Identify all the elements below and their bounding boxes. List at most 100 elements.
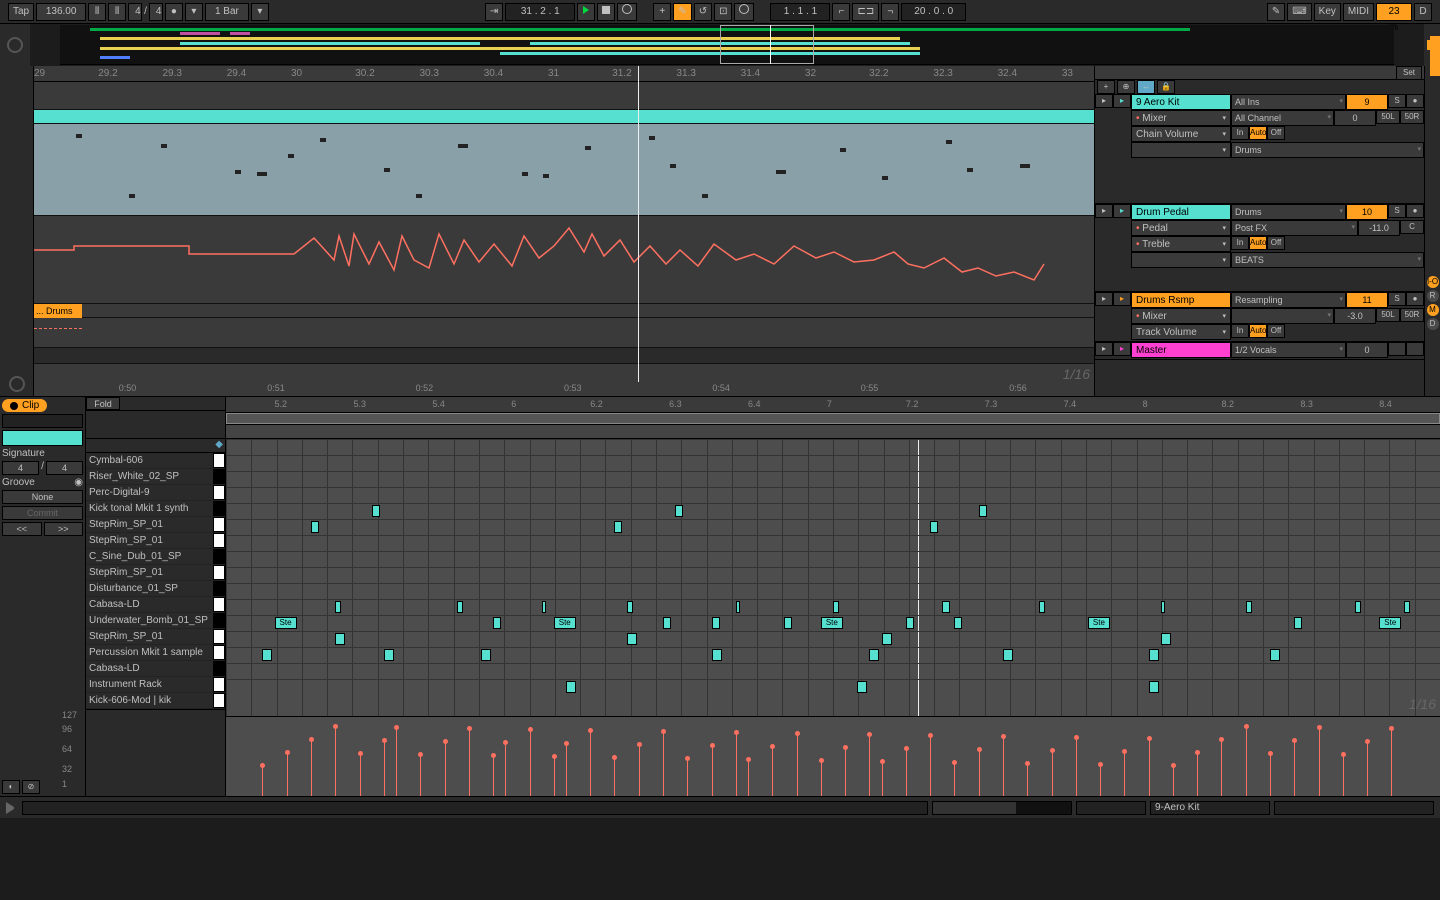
edge-d[interactable]: D — [1427, 318, 1439, 330]
monitor-off[interactable]: Off — [1267, 236, 1285, 250]
lane-row[interactable]: Instrument Rack — [86, 677, 225, 693]
velocity-stem[interactable] — [1173, 766, 1174, 796]
session-record-button[interactable] — [734, 3, 754, 21]
monitor-off[interactable]: Off — [1267, 126, 1285, 140]
velocity-stem[interactable] — [736, 733, 737, 796]
punch-in-button[interactable]: ⌐ — [832, 3, 850, 21]
midi-note-editor[interactable]: 5.25.35.466.26.36.477.27.37.488.28.38.4 … — [226, 397, 1440, 796]
set-button[interactable]: Set — [1396, 66, 1422, 80]
fold-button[interactable]: Fold — [86, 397, 120, 410]
velocity-stem[interactable] — [469, 729, 470, 796]
midi-note[interactable] — [1246, 601, 1252, 613]
midi-note[interactable] — [372, 505, 380, 517]
midi-note[interactable] — [1294, 617, 1302, 629]
velocity-stem[interactable] — [1052, 751, 1053, 796]
groove-hotswap-icon[interactable]: ◉ — [74, 477, 83, 488]
velocity-stem[interactable] — [979, 750, 980, 796]
midi-note[interactable] — [906, 617, 914, 629]
velocity-stem[interactable] — [906, 749, 907, 796]
note-grid[interactable]: 1/16 SteSteSteSteSte — [226, 439, 1440, 716]
clip-sig-num[interactable]: 4 — [2, 461, 39, 475]
midi-note[interactable]: Ste — [554, 617, 576, 629]
velocity-stem[interactable] — [311, 740, 312, 796]
lane-row[interactable]: StepRim_SP_01 — [86, 629, 225, 645]
velocity-stem[interactable] — [396, 728, 397, 796]
tap-tempo-button[interactable]: Tap — [8, 3, 34, 21]
lane-row[interactable]: Underwater_Bomb_01_SP — [86, 613, 225, 629]
quantize-menu[interactable]: ▾ — [251, 3, 269, 21]
velocity-stem[interactable] — [1027, 764, 1028, 796]
midi-note[interactable] — [384, 649, 394, 661]
midi-note[interactable]: Ste — [821, 617, 843, 629]
velocity-stem[interactable] — [712, 746, 713, 796]
track-name[interactable]: 9 Aero Kit — [1131, 94, 1231, 110]
midi-note[interactable] — [1149, 681, 1159, 693]
lane-row[interactable]: Cabasa-LD — [86, 597, 225, 613]
pan-l[interactable]: 50L — [1376, 308, 1400, 322]
velocity-stem[interactable] — [930, 736, 931, 796]
velocity-stem[interactable] — [1294, 741, 1295, 796]
track-routing[interactable]: All Ins — [1231, 94, 1346, 110]
track-launch-icon[interactable]: ▸ — [1113, 94, 1131, 108]
clip-scrub[interactable] — [226, 425, 1440, 439]
midi-note[interactable] — [262, 649, 272, 661]
lane-row[interactable]: Perc-Digital-9 — [86, 485, 225, 501]
midi-note[interactable] — [614, 521, 622, 533]
velocity-stem[interactable] — [1149, 739, 1150, 796]
monitor-in[interactable]: In — [1231, 324, 1249, 338]
arm-button[interactable]: ● — [1406, 94, 1424, 108]
play-button[interactable] — [577, 3, 595, 21]
arm-button[interactable]: ● — [1406, 204, 1424, 218]
velocity-stem[interactable] — [1270, 754, 1271, 796]
device-param-name[interactable]: • Treble▾ — [1131, 236, 1231, 252]
loop-start-field[interactable]: 1 . 1 . 1 — [770, 3, 830, 21]
track-routing[interactable]: Drums — [1231, 204, 1346, 220]
velocity-stem[interactable] — [614, 758, 615, 796]
track-header[interactable]: ▸▸9 Aero KitAll Ins9S●• Mixer▾All Channe… — [1095, 94, 1424, 204]
velocity-stem[interactable] — [493, 756, 494, 796]
track-header[interactable]: ▸▸Drum PedalDrums10S●• Pedal▾Post FX-11.… — [1095, 204, 1424, 292]
velocity-stem[interactable] — [821, 761, 822, 796]
velocity-stem[interactable] — [590, 731, 591, 796]
dup-track-button[interactable]: ⊕ — [1117, 80, 1135, 94]
edge-r[interactable]: R — [1427, 290, 1439, 302]
follow-button[interactable]: ⇥ — [485, 3, 503, 21]
scale-marker-icon[interactable]: ◆ — [215, 439, 223, 450]
lane-row[interactable]: Kick-606-Mod | kik — [86, 693, 225, 709]
track-fold-icon[interactable]: ▸ — [1095, 204, 1113, 218]
midi-note[interactable] — [1003, 649, 1013, 661]
track-launch-icon[interactable]: ▸ — [1113, 292, 1131, 306]
velocity-stem[interactable] — [1124, 752, 1125, 796]
loop-length-field[interactable]: 20 . 0 . 0 — [901, 3, 966, 21]
param-value[interactable]: 0 — [1334, 110, 1376, 126]
overdub-button[interactable]: + — [653, 3, 671, 21]
velocity-stem[interactable] — [1076, 738, 1077, 796]
lane-row[interactable]: StepRim_SP_01 — [86, 533, 225, 549]
param-value[interactable]: -11.0 — [1358, 220, 1400, 236]
piano-key[interactable] — [213, 597, 225, 612]
midi-note[interactable] — [627, 601, 633, 613]
edge-io[interactable]: I-O — [1427, 276, 1439, 288]
pan-l[interactable]: C — [1400, 220, 1424, 234]
velocity-stem[interactable] — [1246, 727, 1247, 796]
timesig-den[interactable]: 4 — [149, 3, 163, 21]
lane-row[interactable]: Cabasa-LD — [86, 661, 225, 677]
track-fold-icon[interactable]: ▸ — [1095, 342, 1113, 356]
keyboard-button[interactable]: ⌨ — [1287, 3, 1311, 21]
device-param-name[interactable]: • Mixer▾ — [1131, 110, 1231, 126]
midi-note[interactable] — [1355, 601, 1361, 613]
piano-key[interactable] — [213, 645, 225, 660]
velocity-stem[interactable] — [797, 734, 798, 796]
midi-map-button[interactable]: MIDI — [1343, 3, 1374, 21]
device-param-name[interactable]: ▾ — [1131, 252, 1231, 268]
track-launch-icon[interactable]: ▸ — [1113, 342, 1131, 356]
solo-button[interactable]: S — [1388, 292, 1406, 306]
lane-aero-clip[interactable] — [34, 124, 1094, 216]
velocity-stem[interactable] — [845, 748, 846, 796]
track-name[interactable]: Drum Pedal — [1131, 204, 1231, 220]
nudge-down-button[interactable]: ⦀ — [88, 3, 106, 21]
piano-key[interactable] — [213, 565, 225, 580]
add-track-button[interactable]: + — [1097, 80, 1115, 94]
monitor-auto[interactable]: Auto — [1249, 324, 1267, 338]
midi-note[interactable] — [784, 617, 792, 629]
